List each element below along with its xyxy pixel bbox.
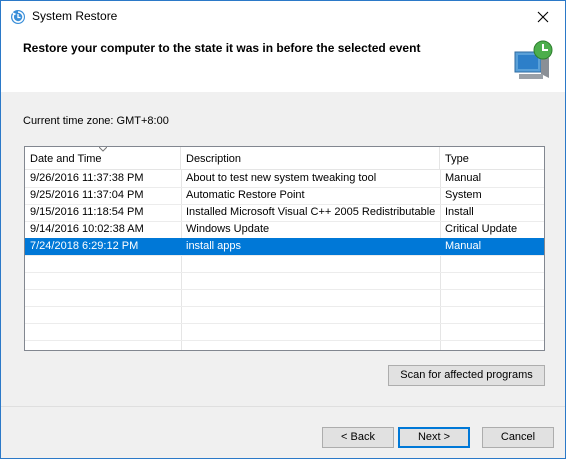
- restore-computer-icon: [514, 40, 553, 79]
- cell-type: Install: [445, 206, 474, 218]
- back-button[interactable]: < Back: [322, 427, 394, 448]
- scan-affected-programs-button[interactable]: Scan for affected programs: [388, 365, 545, 386]
- cell-date: 9/15/2016 11:18:54 PM: [30, 206, 144, 218]
- table-row[interactable]: 7/24/2018 6:29:12 PM install apps Manual: [25, 238, 544, 255]
- cancel-button[interactable]: Cancel: [482, 427, 554, 448]
- cell-description: About to test new system tweaking tool: [186, 172, 377, 184]
- row-gridline: [25, 255, 544, 256]
- table-row[interactable]: 9/14/2016 10:02:38 AM Windows Update Criti…: [25, 221, 544, 238]
- column-date-and-time[interactable]: Date and Time: [25, 147, 181, 169]
- row-gridline: [25, 323, 544, 324]
- system-restore-window: System Restore Restore your computer to …: [0, 0, 566, 459]
- column-label: Description: [186, 153, 242, 165]
- cell-type: Manual: [445, 172, 482, 184]
- cell-description: Windows Update: [186, 223, 270, 235]
- table-row[interactable]: 9/15/2016 11:18:54 PM Installed Microsoft…: [25, 204, 544, 221]
- close-button[interactable]: [520, 1, 565, 32]
- cell-type: Critical Update: [445, 223, 518, 235]
- row-gridline: [25, 340, 544, 341]
- cell-date: 9/26/2016 11:37:38 PM: [30, 172, 144, 184]
- cell-date: 7/24/2018 6:29:12 PM: [30, 240, 139, 252]
- cell-date: 9/14/2016 10:02:38 AM: [30, 223, 144, 235]
- column-label: Type: [445, 153, 469, 165]
- current-time-zone: Current time zone: GMT+8:00: [23, 115, 169, 127]
- next-button[interactable]: Next >: [398, 427, 470, 448]
- row-gridline: [25, 306, 544, 307]
- table-row[interactable]: 9/25/2016 11:37:04 PM Automatic Restore P…: [25, 187, 544, 204]
- cell-description: install apps: [186, 240, 242, 252]
- title-bar[interactable]: System Restore: [1, 1, 565, 32]
- restore-points-list[interactable]: Date and Time Description Type 9/26/2016…: [24, 146, 545, 351]
- sort-chevron-icon: [99, 147, 107, 152]
- column-label: Date and Time: [30, 153, 102, 165]
- close-icon: [537, 11, 548, 22]
- list-header: Date and Time Description Type: [25, 147, 544, 170]
- row-gridline: [25, 289, 544, 290]
- row-gridline: [25, 272, 544, 273]
- wizard-header: Restore your computer to the state it wa…: [1, 32, 565, 92]
- cell-type: Manual: [445, 240, 482, 252]
- cell-date: 9/25/2016 11:37:04 PM: [30, 189, 144, 201]
- window-title: System Restore: [32, 9, 118, 23]
- cell-type: System: [445, 189, 482, 201]
- cell-description: Automatic Restore Point: [186, 189, 305, 201]
- page-heading: Restore your computer to the state it wa…: [23, 41, 421, 55]
- footer-separator: [1, 406, 565, 407]
- system-restore-icon: [11, 10, 25, 24]
- table-row[interactable]: 9/26/2016 11:37:38 PM About to test new s…: [25, 170, 544, 187]
- column-type[interactable]: Type: [440, 147, 544, 169]
- column-description[interactable]: Description: [181, 147, 440, 169]
- cell-description: Installed Microsoft Visual C++ 2005 Redi…: [186, 206, 436, 218]
